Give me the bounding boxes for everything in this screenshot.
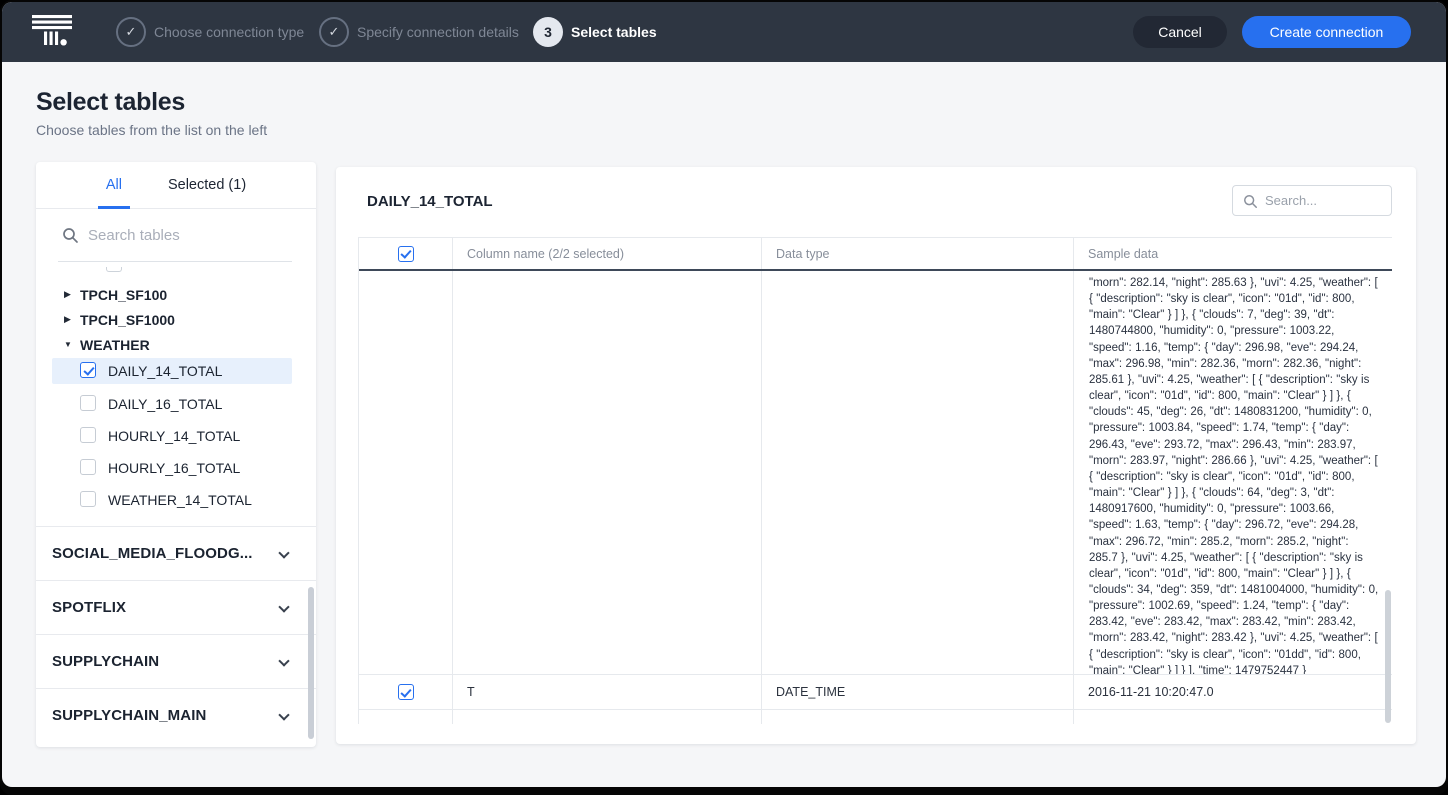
checkbox-checked[interactable] bbox=[80, 362, 96, 378]
column-header-type: Data type bbox=[761, 238, 1073, 269]
sidebar-search bbox=[36, 209, 316, 262]
create-connection-button[interactable]: Create connection bbox=[1242, 16, 1411, 48]
table-preview-panel: DAILY_14_TOTAL Column name (2/2 selected… bbox=[336, 167, 1416, 744]
table-row: T DATE_TIME 2016-11-21 10:20:47.0 bbox=[359, 675, 1392, 710]
group-label: SOCIAL_MEDIA_FLOODG... bbox=[52, 545, 253, 562]
wizard-header: ✓ Choose connection type ✓ Specify conne… bbox=[2, 2, 1446, 62]
row-type-cell: DATE_TIME bbox=[761, 675, 1073, 709]
group-label: SUPPLYCHAIN bbox=[52, 653, 159, 670]
schema-group-supplychain[interactable]: SUPPLYCHAIN bbox=[36, 634, 316, 688]
row-checkbox-cell bbox=[359, 271, 452, 674]
schema-label: TPCH_SF1000 bbox=[80, 312, 175, 328]
step-2-check-icon: ✓ bbox=[319, 17, 349, 47]
schema-group-social-media[interactable]: SOCIAL_MEDIA_FLOODG... bbox=[36, 526, 316, 580]
chevron-down-icon bbox=[278, 601, 289, 612]
search-columns-input[interactable] bbox=[1265, 190, 1383, 211]
chevron-right-icon[interactable]: ▶ bbox=[64, 289, 71, 300]
table-item-daily-14-total[interactable]: DAILY_14_TOTAL bbox=[36, 358, 316, 384]
table-row: "morn": 282.14, "night": 285.63 }, "uvi"… bbox=[359, 271, 1392, 675]
group-label: SUPPLYCHAIN_MAIN bbox=[52, 707, 206, 724]
row-checkbox-checked[interactable] bbox=[398, 684, 414, 700]
selected-table-title: DAILY_14_TOTAL bbox=[367, 193, 493, 210]
column-header-sample: Sample data bbox=[1073, 238, 1392, 269]
page-title: Select tables bbox=[36, 88, 185, 117]
schema-item-tpch-sf100[interactable]: ▶ TPCH_SF100 bbox=[36, 282, 316, 307]
group-label: SPOTFLIX bbox=[52, 599, 126, 616]
checkbox-unchecked[interactable] bbox=[80, 491, 96, 507]
table-header-row: Column name (2/2 selected) Data type Sam… bbox=[359, 238, 1392, 271]
checkbox-unchecked[interactable] bbox=[80, 395, 96, 411]
table-row-partial bbox=[359, 710, 1392, 724]
table-item-hourly-16-total[interactable]: HOURLY_16_TOTAL bbox=[36, 455, 316, 481]
select-all-checkbox[interactable] bbox=[398, 246, 414, 262]
table-item-label: HOURLY_14_TOTAL bbox=[108, 428, 240, 444]
search-icon bbox=[1243, 194, 1258, 209]
table-item-hourly-14-total[interactable]: HOURLY_14_TOTAL bbox=[36, 423, 316, 449]
page-subtitle: Choose tables from the list on the left bbox=[36, 122, 267, 138]
columns-table: Column name (2/2 selected) Data type Sam… bbox=[358, 237, 1392, 724]
cancel-button[interactable]: Cancel bbox=[1133, 16, 1227, 48]
step-3-label: Select tables bbox=[571, 24, 657, 40]
schema-label: WEATHER bbox=[80, 337, 150, 353]
table-item-label: DAILY_16_TOTAL bbox=[108, 396, 222, 412]
row-name-cell bbox=[452, 271, 761, 674]
table-item-label: DAILY_14_TOTAL bbox=[108, 363, 222, 379]
column-header-name: Column name (2/2 selected) bbox=[452, 238, 761, 269]
checkbox-unchecked[interactable] bbox=[80, 459, 96, 475]
step-3-number: 3 bbox=[533, 17, 563, 47]
search-icon bbox=[62, 227, 79, 244]
tab-selected[interactable]: Selected (1) bbox=[160, 162, 254, 209]
table-item-daily-16-total[interactable]: DAILY_16_TOTAL bbox=[36, 391, 316, 417]
chevron-down-icon[interactable]: ▼ bbox=[64, 340, 72, 349]
table-item-label: HOURLY_16_TOTAL bbox=[108, 460, 240, 476]
table-item-weather-14-total[interactable]: WEATHER_14_TOTAL bbox=[36, 487, 316, 513]
chevron-down-icon bbox=[278, 547, 289, 558]
tab-all[interactable]: All bbox=[98, 162, 130, 209]
row-sample-cell: 2016-11-21 10:20:47.0 bbox=[1073, 675, 1392, 709]
chevron-down-icon bbox=[278, 655, 289, 666]
window-frame: ✓ Choose connection type ✓ Specify conne… bbox=[0, 0, 1448, 795]
columns-search-box bbox=[1232, 185, 1392, 216]
schema-group-spotflix[interactable]: SPOTFLIX bbox=[36, 580, 316, 634]
app-window: ✓ Choose connection type ✓ Specify conne… bbox=[2, 2, 1446, 787]
sample-json-text: "morn": 282.14, "night": 285.63 }, "uvi"… bbox=[1089, 275, 1379, 674]
chevron-right-icon[interactable]: ▶ bbox=[64, 314, 71, 325]
step-1-check-icon: ✓ bbox=[116, 17, 146, 47]
clipped-checkbox bbox=[106, 267, 122, 272]
schema-group-supplychain-main[interactable]: SUPPLYCHAIN_MAIN bbox=[36, 688, 316, 742]
chevron-down-icon bbox=[278, 709, 289, 720]
search-tables-input[interactable] bbox=[88, 221, 278, 249]
schema-item-tpch-sf1000[interactable]: ▶ TPCH_SF1000 bbox=[36, 307, 316, 332]
row-type-cell bbox=[761, 271, 1073, 674]
thoughtspot-logo-icon bbox=[32, 15, 72, 49]
sidebar-tabs: All Selected (1) bbox=[36, 162, 316, 209]
row-name-cell: T bbox=[452, 675, 761, 709]
tables-sidebar: All Selected (1) ▶ TPCH_SF100 ▶ TPCH_SF1… bbox=[36, 162, 316, 747]
search-underline bbox=[58, 261, 292, 262]
table-scrollbar-thumb[interactable] bbox=[1385, 590, 1391, 723]
step-2-label: Specify connection details bbox=[357, 24, 519, 40]
row-sample-cell: "morn": 282.14, "night": 285.63 }, "uvi"… bbox=[1073, 271, 1392, 674]
table-item-label: WEATHER_14_TOTAL bbox=[108, 492, 252, 508]
schema-label: TPCH_SF100 bbox=[80, 287, 167, 303]
schema-item-weather[interactable]: ▼ WEATHER bbox=[36, 332, 316, 357]
step-1-label: Choose connection type bbox=[154, 24, 304, 40]
checkbox-unchecked[interactable] bbox=[80, 427, 96, 443]
sidebar-scrollbar-thumb[interactable] bbox=[308, 587, 314, 739]
